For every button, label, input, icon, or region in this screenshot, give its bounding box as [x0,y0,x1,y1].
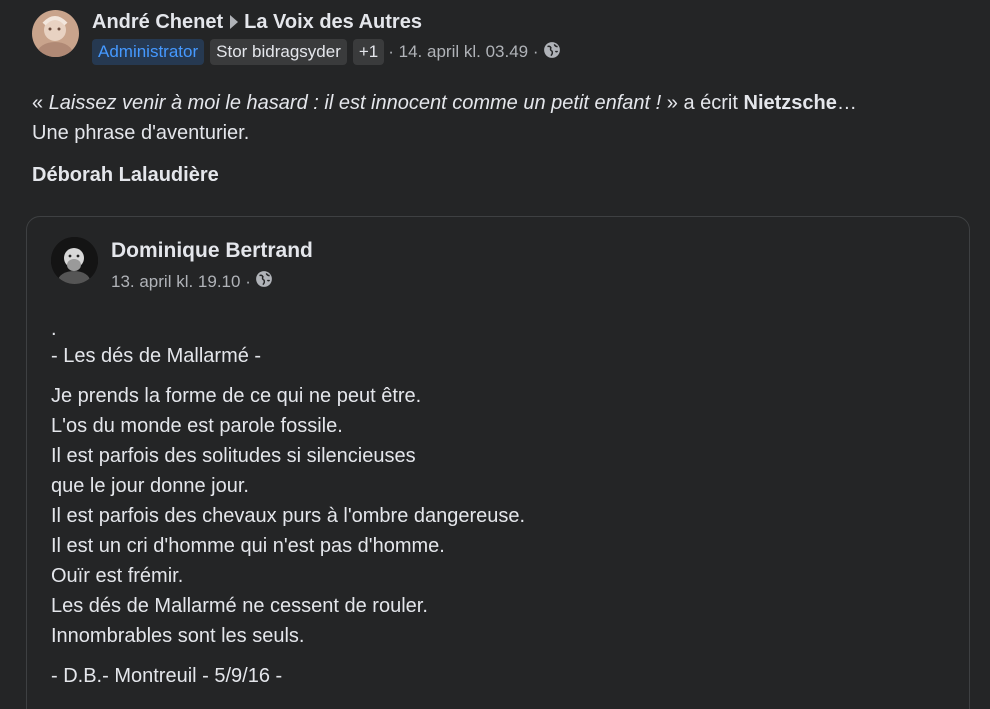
post-signature: Déborah Lalaudière [32,164,219,186]
body-line-2: Une phrase d'aventurier. [32,122,250,144]
quote-ellipsis: … [836,92,857,114]
poem-line: L'os du monde est parole fossile. [51,415,343,437]
author-avatar[interactable] [32,10,79,57]
poem-line: Il est un cri d'homme qui n'est pas d'ho… [51,535,445,557]
post-header: André Chenet La Voix des Autres Administ… [32,10,561,65]
poem-line: Les dés de Mallarmé ne cessent de rouler… [51,595,428,617]
group-name-link[interactable]: La Voix des Autres [244,10,422,34]
quote-text: Laissez venir à moi le hasard : il est i… [48,92,662,114]
poem-dot: . [51,318,57,340]
admin-badge[interactable]: Administrator [92,39,205,65]
shared-post-body: . - Les dés de Mallarmé - Je prends la f… [51,317,525,691]
caret-right-icon [230,15,239,29]
poem-signoff: - D.B.- Montreuil - 5/9/16 - [51,665,283,687]
poem-title: - Les dés de Mallarmé - [51,345,262,367]
shared-post-header: Dominique Bertrand 13. april kl. 19.10 · [51,237,313,293]
poem-line: que le jour donne jour. [51,475,249,497]
shared-timestamp[interactable]: 13. april kl. 19.10 · [111,272,251,292]
quote-paragraph: « Laissez venir à moi le hasard : il est… [32,88,930,118]
post-body: « Laissez venir à moi le hasard : il est… [32,88,930,190]
poem-line: Il est parfois des solitudes si silencie… [51,445,416,467]
globe-icon[interactable] [543,41,561,64]
post-card: André Chenet La Voix des Autres Administ… [0,0,990,709]
contributor-badge[interactable]: Stor bidragsyder [210,39,347,65]
poem-line: Ouïr est frémir. [51,565,184,587]
poem-line: Il est parfois des chevaux purs à l'ombr… [51,505,526,527]
quote-open-mark: « [32,92,49,114]
poem-line: Innombrables sont les seuls. [51,625,305,647]
post-timestamp[interactable]: · 14. april kl. 03.49 · [388,42,538,62]
quote-close-text: » a écrit [661,92,744,114]
globe-icon[interactable] [255,270,273,293]
shared-author-name-link[interactable]: Dominique Bertrand [111,238,313,264]
shared-post-card[interactable]: Dominique Bertrand 13. april kl. 19.10 ·… [26,216,970,709]
shared-author-avatar[interactable] [51,237,98,284]
poem-line: Je prends la forme de ce qui ne peut êtr… [51,385,422,407]
quote-author: Nietzsche [743,92,837,114]
more-badges-button[interactable]: +1 [352,39,385,65]
author-name-link[interactable]: André Chenet [92,10,223,34]
